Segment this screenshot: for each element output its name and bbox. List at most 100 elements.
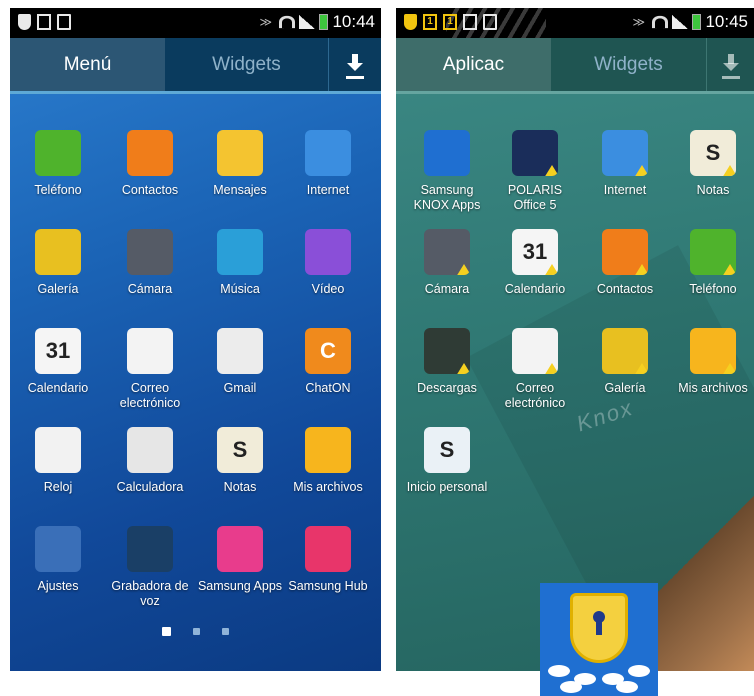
app-chaton[interactable]: C ChatON (283, 328, 373, 396)
music-icon (217, 229, 263, 275)
app-email[interactable]: Correo electrónico (490, 328, 580, 411)
tab-menu[interactable]: Menú (10, 38, 165, 91)
app-label: Samsung Hub (288, 579, 368, 593)
app-label: Cámara (424, 282, 470, 296)
app-label: Inicio personal (406, 480, 488, 494)
app-calendar[interactable]: 31 Calendario (13, 328, 103, 396)
app-label: Cámara (127, 282, 173, 296)
warning-badge-icon (722, 264, 736, 275)
app-polaris-office[interactable]: POLARIS Office 5 (490, 130, 580, 213)
warning-badge-icon (544, 264, 558, 275)
app-settings[interactable]: Ajustes (13, 526, 103, 594)
app-label: Grabadora de voz (111, 579, 189, 608)
app-label: POLARIS Office 5 (507, 183, 563, 212)
phone-screen-apps: Knox 1 1 ≫ 10:45 Aplicac Widgets Samsung… (396, 8, 754, 671)
app-calculator[interactable]: Calculadora (105, 427, 195, 495)
app-label: Contactos (596, 282, 654, 296)
app-video[interactable]: Vídeo (283, 229, 373, 297)
app-label: Calendario (27, 381, 89, 395)
camera-icon (424, 229, 470, 275)
app-camera[interactable]: Cámara (105, 229, 195, 297)
app-clock[interactable]: Reloj (13, 427, 103, 495)
personal-home-icon: S (424, 427, 470, 473)
icon-glyph: 31 (45, 338, 71, 363)
icon-glyph: S (439, 437, 455, 462)
app-gallery[interactable]: Galería (13, 229, 103, 297)
globe-icon (305, 130, 351, 176)
app-email[interactable]: Correo electrónico (105, 328, 195, 411)
app-label: Internet (603, 183, 647, 197)
signal-icon (672, 15, 689, 29)
app-phone[interactable]: Teléfono (668, 229, 754, 297)
app-label: Notas (696, 183, 730, 197)
warning-badge-icon (722, 165, 736, 176)
download-icon (347, 54, 363, 74)
status-time: 10:44 (332, 12, 375, 31)
warning-badge-icon (456, 363, 470, 374)
clock-icon (35, 427, 81, 473)
warning-badge-icon (544, 363, 558, 374)
app-messages[interactable]: Mensajes (195, 130, 285, 198)
app-music[interactable]: Música (195, 229, 285, 297)
app-globe[interactable]: Internet (580, 130, 670, 198)
app-contacts[interactable]: Contactos (580, 229, 670, 297)
app-contacts[interactable]: Contactos (105, 130, 195, 198)
settings-icon (35, 526, 81, 572)
gallery-icon (35, 229, 81, 275)
download-icon (722, 54, 739, 74)
knox-shield-icon (424, 130, 470, 176)
battery-icon (692, 14, 702, 30)
gallery-icon (602, 328, 648, 374)
warning-badge-icon (544, 165, 558, 176)
download-button[interactable] (328, 38, 381, 91)
tab-widgets[interactable]: Widgets (165, 38, 328, 91)
app-knox-shield[interactable]: Samsung KNOX Apps (402, 130, 492, 213)
warning-badge-icon (456, 264, 470, 275)
video-icon (305, 229, 351, 275)
samsung-hub-icon (305, 526, 351, 572)
page-dot[interactable] (193, 628, 200, 635)
tab-apps[interactable]: Aplicac (396, 38, 551, 91)
camera-icon (127, 229, 173, 275)
app-phone[interactable]: Teléfono (13, 130, 103, 198)
document-notification-icon (37, 14, 51, 30)
app-notes[interactable]: S Notas (195, 427, 285, 495)
phone-screen-menu: ≫ 10:44 Menú Widgets Teléfono Contactos Me… (10, 8, 381, 671)
wifi-icon (652, 15, 669, 29)
tab-bar: Menú Widgets (10, 38, 381, 94)
signal-icon (299, 15, 316, 29)
app-camera[interactable]: Cámara (402, 229, 492, 297)
app-notes[interactable]: S Notas (668, 130, 754, 198)
app-globe[interactable]: Internet (283, 130, 373, 198)
download-button[interactable] (706, 38, 754, 91)
app-downloads[interactable]: Descargas (402, 328, 492, 396)
page-dot[interactable] (162, 627, 171, 636)
status-time: 10:45 (705, 12, 748, 31)
battery-icon (319, 14, 329, 30)
tab-widgets[interactable]: Widgets (551, 38, 706, 91)
tab-bar: Aplicac Widgets (396, 38, 754, 94)
app-personal-home[interactable]: S Inicio personal (402, 427, 492, 495)
calculator-icon (127, 427, 173, 473)
folder-icon (305, 427, 351, 473)
app-calendar[interactable]: 31 Calendario (490, 229, 580, 297)
app-label: Calculadora (116, 480, 184, 494)
app-label: Galería (37, 282, 79, 296)
app-label: Samsung KNOX Apps (413, 183, 481, 212)
app-voice-recorder[interactable]: Grabadora de voz (105, 526, 195, 609)
gmail-icon (217, 328, 263, 374)
app-samsung-apps[interactable]: Samsung Apps (195, 526, 285, 594)
calendar-icon: 31 (512, 229, 558, 275)
app-folder[interactable]: Mis archivos (668, 328, 754, 396)
shield-notification-icon (404, 14, 417, 30)
page-indicator (10, 627, 381, 636)
shield-notification-icon (18, 14, 31, 30)
app-gmail[interactable]: Gmail (195, 328, 285, 396)
app-samsung-hub[interactable]: Samsung Hub (283, 526, 373, 594)
icon-glyph: S (232, 437, 248, 462)
app-label: ChatON (305, 381, 351, 395)
page-dot[interactable] (222, 628, 229, 635)
app-folder[interactable]: Mis archivos (283, 427, 373, 495)
app-gallery[interactable]: Galería (580, 328, 670, 396)
globe-icon (602, 130, 648, 176)
